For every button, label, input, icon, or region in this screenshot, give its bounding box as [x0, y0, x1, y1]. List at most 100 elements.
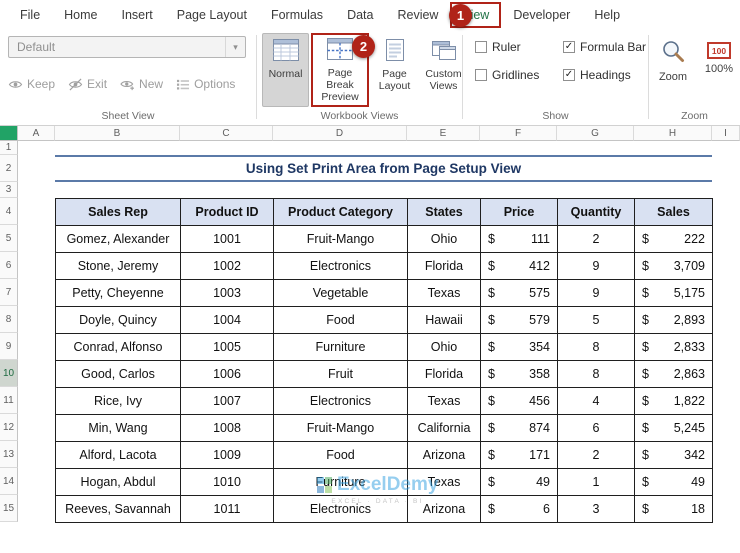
cell[interactable]: 1003 [180, 279, 274, 307]
cell[interactable]: 1009 [180, 441, 274, 469]
table-header-product-id[interactable]: Product ID [180, 198, 274, 226]
cell[interactable]: 1010 [180, 468, 274, 496]
cell[interactable]: Electronics [273, 387, 408, 415]
cell[interactable]: Doyle, Quincy [55, 306, 181, 334]
cell[interactable]: 6 [557, 414, 635, 442]
cell[interactable]: $342 [634, 441, 713, 469]
page-layout-view-button[interactable]: Page Layout [371, 33, 418, 107]
cell[interactable]: 1004 [180, 306, 274, 334]
cell[interactable]: Stone, Jeremy [55, 252, 181, 280]
checkbox-gridlines[interactable]: Gridlines [475, 68, 551, 82]
tab-help[interactable]: Help [582, 2, 632, 28]
sheet-view-dropdown[interactable]: Default ▾ [8, 36, 246, 58]
cell[interactable]: 5 [557, 306, 635, 334]
cell[interactable]: Fruit-Mango [273, 225, 408, 253]
cell[interactable]: $49 [480, 468, 558, 496]
cell[interactable]: Fruit-Mango [273, 414, 408, 442]
cell[interactable]: $6 [480, 495, 558, 523]
cell[interactable]: $354 [480, 333, 558, 361]
tab-insert[interactable]: Insert [110, 2, 165, 28]
tab-data[interactable]: Data [335, 2, 385, 28]
zoom-button[interactable]: Zoom [653, 38, 693, 83]
cell[interactable]: Electronics [273, 495, 408, 523]
custom-views-view-button[interactable]: Custom Views [420, 33, 467, 107]
cell[interactable]: $171 [480, 441, 558, 469]
column-header-F[interactable]: F [480, 126, 557, 141]
cell[interactable]: 1 [557, 468, 635, 496]
row-header-9[interactable]: 9 [0, 333, 18, 360]
normal-view-button[interactable]: Normal [262, 33, 309, 108]
cell[interactable]: Petty, Cheyenne [55, 279, 181, 307]
cell[interactable]: $2,833 [634, 333, 713, 361]
cell[interactable]: Reeves, Savannah [55, 495, 181, 523]
table-header-price[interactable]: Price [480, 198, 558, 226]
table-header-product-category[interactable]: Product Category [273, 198, 408, 226]
cell[interactable]: 1006 [180, 360, 274, 388]
cell[interactable]: Min, Wang [55, 414, 181, 442]
row-header-5[interactable]: 5 [0, 225, 18, 252]
cell[interactable]: 1001 [180, 225, 274, 253]
worksheet-title-cell[interactable]: Using Set Print Area from Page Setup Vie… [55, 155, 712, 182]
row-header-14[interactable]: 14 [0, 468, 18, 495]
cell[interactable]: Hogan, Abdul [55, 468, 181, 496]
column-header-A[interactable]: A [18, 126, 55, 141]
cell[interactable]: $5,175 [634, 279, 713, 307]
cell[interactable]: Electronics [273, 252, 408, 280]
table-header-states[interactable]: States [407, 198, 481, 226]
cell[interactable]: $18 [634, 495, 713, 523]
cell[interactable]: $575 [480, 279, 558, 307]
cell[interactable]: 3 [557, 495, 635, 523]
cell[interactable]: 9 [557, 252, 635, 280]
sheet-view-options-button[interactable]: Options [176, 77, 235, 91]
cell[interactable]: $2,863 [634, 360, 713, 388]
select-all-corner[interactable] [0, 126, 18, 141]
row-header-15[interactable]: 15 [0, 495, 18, 522]
cell[interactable]: Ohio [407, 225, 481, 253]
cell[interactable]: Hawaii [407, 306, 481, 334]
sheet-view-keep-button[interactable]: Keep [8, 77, 55, 91]
zoom-100-button[interactable]: 100 100% [699, 38, 739, 75]
cell[interactable]: 2 [557, 441, 635, 469]
row-header-11[interactable]: 11 [0, 387, 18, 414]
tab-home[interactable]: Home [52, 2, 109, 28]
cell[interactable]: $358 [480, 360, 558, 388]
tab-file[interactable]: File [8, 2, 52, 28]
cell[interactable]: Rice, Ivy [55, 387, 181, 415]
column-header-B[interactable]: B [55, 126, 180, 141]
cell[interactable]: Arizona [407, 441, 481, 469]
cell[interactable]: 9 [557, 279, 635, 307]
row-header-1[interactable]: 1 [0, 141, 18, 155]
cell[interactable]: Gomez, Alexander [55, 225, 181, 253]
cell[interactable]: Furniture [273, 333, 408, 361]
cell[interactable]: 2 [557, 225, 635, 253]
column-header-H[interactable]: H [634, 126, 712, 141]
row-header-6[interactable]: 6 [0, 252, 18, 279]
cell[interactable]: $3,709 [634, 252, 713, 280]
cell[interactable]: $412 [480, 252, 558, 280]
chevron-down-icon[interactable]: ▾ [225, 37, 245, 57]
sheet-view-exit-button[interactable]: Exit [68, 77, 107, 91]
column-header-E[interactable]: E [407, 126, 480, 141]
column-header-C[interactable]: C [180, 126, 273, 141]
cell[interactable]: $579 [480, 306, 558, 334]
cell[interactable]: $5,245 [634, 414, 713, 442]
cell[interactable]: Texas [407, 279, 481, 307]
row-header-12[interactable]: 12 [0, 414, 18, 441]
cell[interactable]: Ohio [407, 333, 481, 361]
cell[interactable]: $1,822 [634, 387, 713, 415]
row-header-8[interactable]: 8 [0, 306, 18, 333]
cell[interactable]: Food [273, 441, 408, 469]
cell[interactable]: Furniture [273, 468, 408, 496]
table-header-quantity[interactable]: Quantity [557, 198, 635, 226]
cell[interactable]: Food [273, 306, 408, 334]
cell[interactable]: Texas [407, 468, 481, 496]
cell[interactable]: 8 [557, 360, 635, 388]
tab-developer[interactable]: Developer [501, 2, 582, 28]
cell[interactable]: Good, Carlos [55, 360, 181, 388]
row-header-10[interactable]: 10 [0, 360, 18, 387]
cell[interactable]: 1007 [180, 387, 274, 415]
column-header-G[interactable]: G [557, 126, 634, 141]
row-header-2[interactable]: 2 [0, 155, 18, 182]
cell[interactable]: $49 [634, 468, 713, 496]
cell[interactable]: Vegetable [273, 279, 408, 307]
